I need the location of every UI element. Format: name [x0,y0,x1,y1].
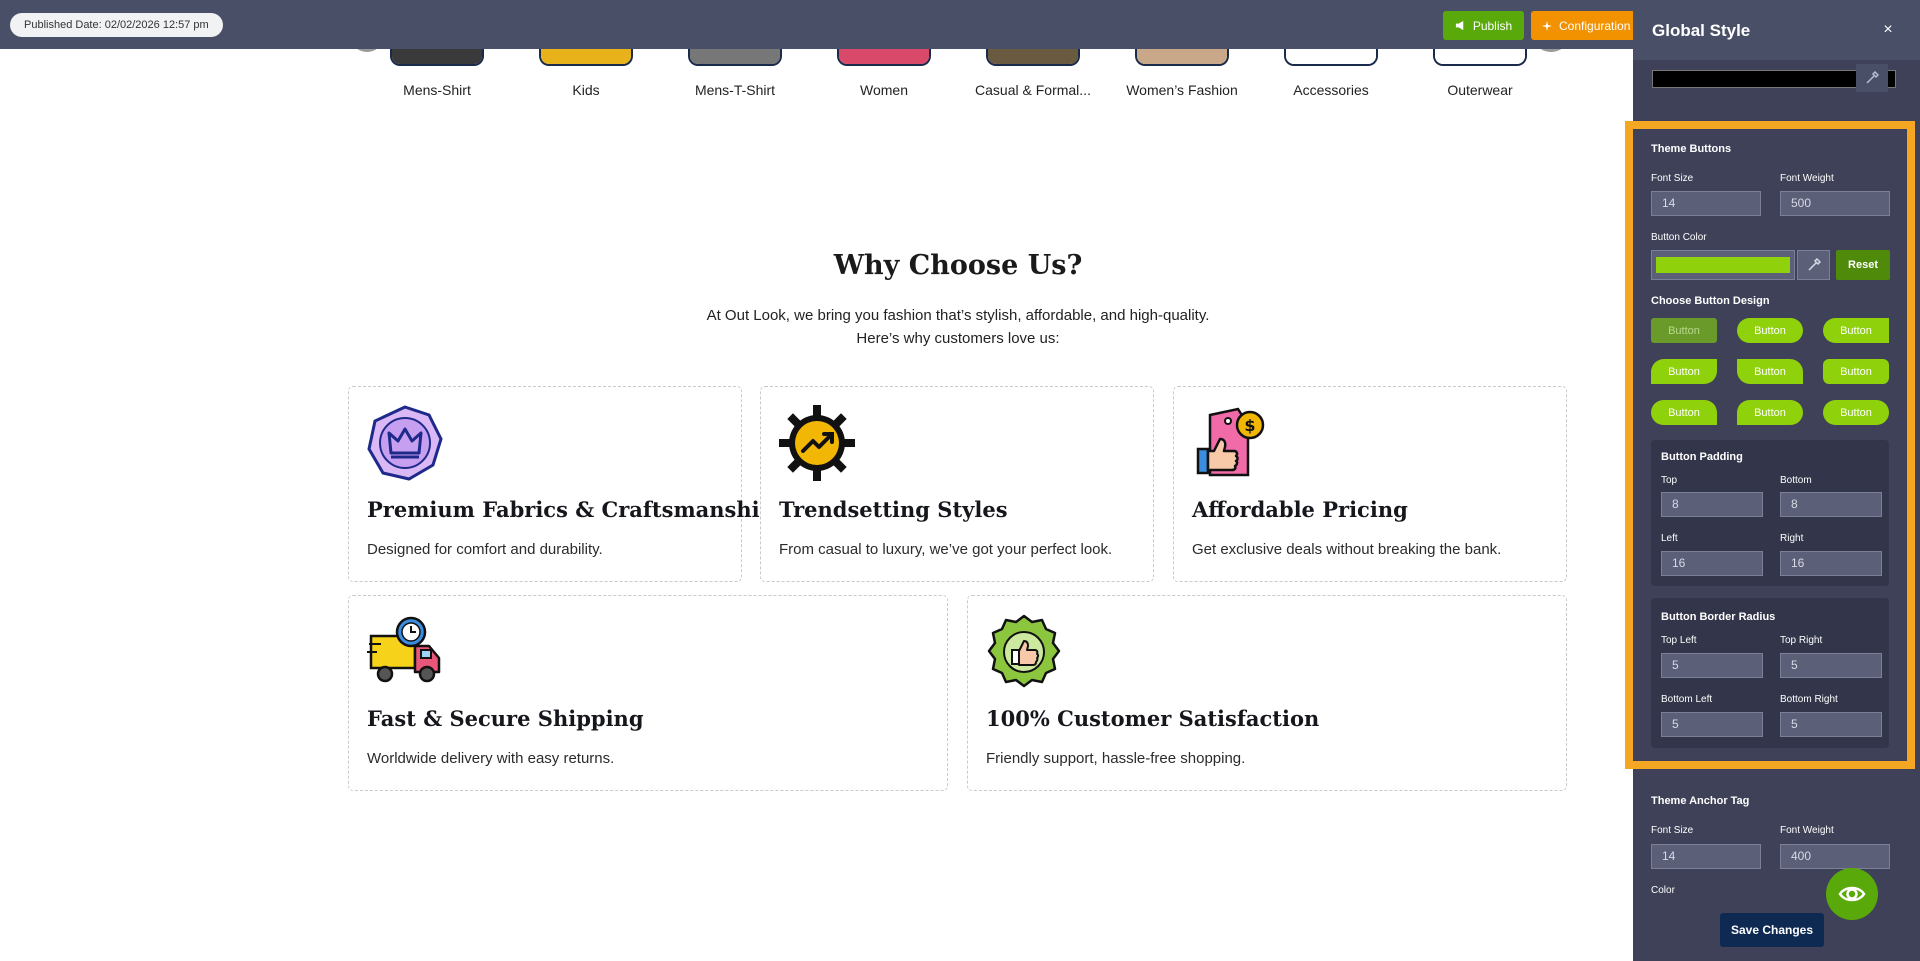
radius-bottom-right-label: Bottom Right [1780,694,1838,705]
anchor-font-size-label: Font Size [1651,825,1694,836]
configuration-button[interactable]: Configuration [1531,11,1633,40]
anchor-color-label: Color [1651,885,1675,896]
price-tag-thumb-icon: $ [1196,407,1265,477]
radius-bottom-right-input[interactable]: 5 [1780,712,1882,737]
feature-description: Get exclusive deals without breaking the… [1192,541,1502,558]
choose-button-design-label: Choose Button Design [1651,295,1770,307]
button-design-option[interactable]: Button [1651,318,1717,343]
radius-top-right-input[interactable]: 5 [1780,653,1882,678]
radius-top-left-input[interactable]: 5 [1661,653,1763,678]
panel-header: Global Style × [1633,0,1920,60]
button-design-option[interactable]: Button [1651,400,1717,425]
padding-top-label: Top [1661,475,1678,486]
feature-title: Fast & Secure Shipping [367,706,644,731]
feature-card: Trendsetting Styles From casual to luxur… [760,386,1154,582]
feature-card: Premium Fabrics & Craftsmanship Designed… [348,386,774,582]
publish-label: Publish [1472,18,1513,33]
sparkle-icon [1542,20,1552,31]
section-title: Why Choose Us? [833,250,1083,281]
feature-title: 100% Customer Satisfaction [986,706,1320,731]
configuration-label: Configuration [1559,18,1631,33]
category-label: Accessories [1293,82,1369,98]
section-subtitle: At Out Look, we bring you fashion that’s… [348,304,1568,350]
anchor-font-weight-label: Font Weight [1780,825,1834,836]
category-carousel: Mens-Shirt Kids Mens-T-Shirt Women Casua… [362,28,1562,100]
subtitle-line: Here’s why customers love us: [856,330,1060,347]
font-size-label: Font Size [1651,173,1694,184]
megaphone-icon [1455,20,1464,31]
anchor-font-weight-input[interactable]: 400 [1780,844,1890,869]
font-size-input[interactable]: 14 [1651,191,1761,216]
feature-card: 100% Customer Satisfaction Friendly supp… [967,595,1567,791]
delivery-truck-icon [367,616,441,683]
category-label: Mens-T-Shirt [694,82,776,98]
button-design-option[interactable]: Button [1651,359,1717,384]
crown-icon [367,405,443,481]
button-design-option[interactable]: Button [1737,400,1803,425]
eyedropper-icon [1807,258,1821,271]
category-label: Women [860,82,908,98]
radius-top-right-label: Top Right [1780,635,1823,646]
category-label: Kids [572,82,600,98]
reset-button[interactable]: Reset [1836,250,1890,280]
button-design-option[interactable]: Button [1737,318,1803,343]
feature-description: Designed for comfort and durability. [367,541,603,558]
font-weight-label: Font Weight [1780,173,1834,184]
eye-icon [1838,886,1866,902]
preview-toggle-button[interactable] [1826,868,1878,920]
button-design-option[interactable]: Button [1823,359,1889,384]
category-label: Casual & Formal... [975,82,1091,98]
subtitle-line: At Out Look, we bring you fashion that’s… [706,307,1210,324]
panel-title: Global Style [1652,21,1751,40]
padding-top-input[interactable]: 8 [1661,492,1763,517]
category-label: Outerwear [1447,82,1513,98]
color-picker-button[interactable] [1797,250,1830,280]
padding-bottom-input[interactable]: 8 [1780,492,1882,517]
padding-left-input[interactable]: 16 [1661,551,1763,576]
trend-gear-icon [779,405,855,481]
save-changes-button[interactable]: Save Changes [1720,913,1824,947]
button-padding-heading: Button Padding [1661,451,1743,463]
feature-title: Premium Fabrics & Craftsmanship [367,497,775,522]
color-picker-button-top[interactable] [1856,64,1888,92]
publish-button[interactable]: Publish [1443,11,1524,40]
radius-bottom-left-label: Bottom Left [1661,694,1713,705]
padding-bottom-label: Bottom [1780,475,1812,486]
eyedropper-icon [1866,71,1879,84]
published-date-badge: Published Date: 02/02/2026 12:57 pm [10,13,223,37]
feature-title: Affordable Pricing [1192,497,1408,522]
feature-card: $ Affordable Pricing Get exclusive deals… [1173,386,1567,582]
padding-right-label: Right [1780,533,1804,544]
padding-left-label: Left [1661,533,1678,544]
button-design-option[interactable]: Button [1823,400,1889,425]
button-color-label: Button Color [1651,232,1707,243]
feature-title: Trendsetting Styles [779,497,1008,522]
svg-text:$: $ [1244,416,1255,435]
button-color-swatch [1656,257,1790,273]
radius-top-left-label: Top Left [1661,635,1697,646]
button-design-option[interactable]: Button [1823,318,1889,343]
feature-card: Fast & Secure Shipping Worldwide deliver… [348,595,948,791]
category-label: Women’s Fashion [1126,82,1238,98]
anchor-font-size-input[interactable]: 14 [1651,844,1761,869]
padding-right-input[interactable]: 16 [1780,551,1882,576]
close-icon[interactable]: × [1878,20,1898,40]
theme-anchor-heading: Theme Anchor Tag [1651,795,1750,807]
feature-description: Worldwide delivery with easy returns. [367,750,615,767]
feature-description: Friendly support, hassle-free shopping. [986,750,1246,767]
satisfaction-badge-icon [987,614,1061,688]
top-bar: Published Date: 02/02/2026 12:57 pm Publ… [0,0,1633,49]
theme-buttons-heading: Theme Buttons [1651,143,1732,155]
border-radius-heading: Button Border Radius [1661,611,1776,623]
font-weight-input[interactable]: 500 [1780,191,1890,216]
button-design-option[interactable]: Button [1737,359,1803,384]
category-label: Mens-Shirt [403,82,471,98]
feature-description: From casual to luxury, we’ve got your pe… [779,541,1113,558]
radius-bottom-left-input[interactable]: 5 [1661,712,1763,737]
button-color-input[interactable] [1651,250,1795,280]
